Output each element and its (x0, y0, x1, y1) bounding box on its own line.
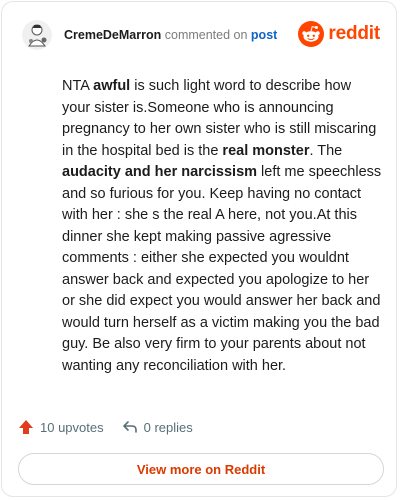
comment-body: NTA awful is such light word to describe… (62, 76, 382, 377)
upvote-button[interactable]: 10 upvotes (18, 419, 104, 435)
reply-arrow-icon (122, 421, 137, 433)
comment-text: left me speechless and so furious for yo… (62, 164, 382, 374)
commented-on-text: commented on (164, 28, 248, 42)
upvote-arrow-icon (19, 420, 33, 434)
reddit-brand[interactable]: reddit (298, 21, 380, 47)
post-link[interactable]: post (251, 28, 277, 42)
reddit-wordmark: reddit (328, 23, 380, 44)
comment-actions: 10 upvotes 0 replies (18, 419, 211, 435)
reddit-logo-icon (298, 21, 325, 47)
comment-bold-text: awful (93, 78, 131, 94)
comment-embed-card: CremeDeMarron commented on post reddit N… (1, 1, 397, 497)
reply-count: 0 replies (143, 419, 193, 435)
username-link[interactable]: CremeDeMarron (64, 28, 161, 42)
comment-bold-text: real monster (222, 142, 310, 159)
reply-button[interactable]: 0 replies (122, 419, 193, 435)
comment-bold-text: audacity and her narcissism (62, 164, 258, 180)
view-more-on-reddit-button[interactable]: View more on Reddit (18, 453, 384, 485)
upvote-count: 10 upvotes (40, 419, 104, 435)
avatar[interactable] (22, 20, 52, 50)
comment-text: . The (309, 142, 343, 159)
avatar-icon (22, 20, 52, 50)
comment-text: NTA (62, 78, 94, 94)
comment-header: CremeDeMarron commented on post (64, 27, 277, 43)
